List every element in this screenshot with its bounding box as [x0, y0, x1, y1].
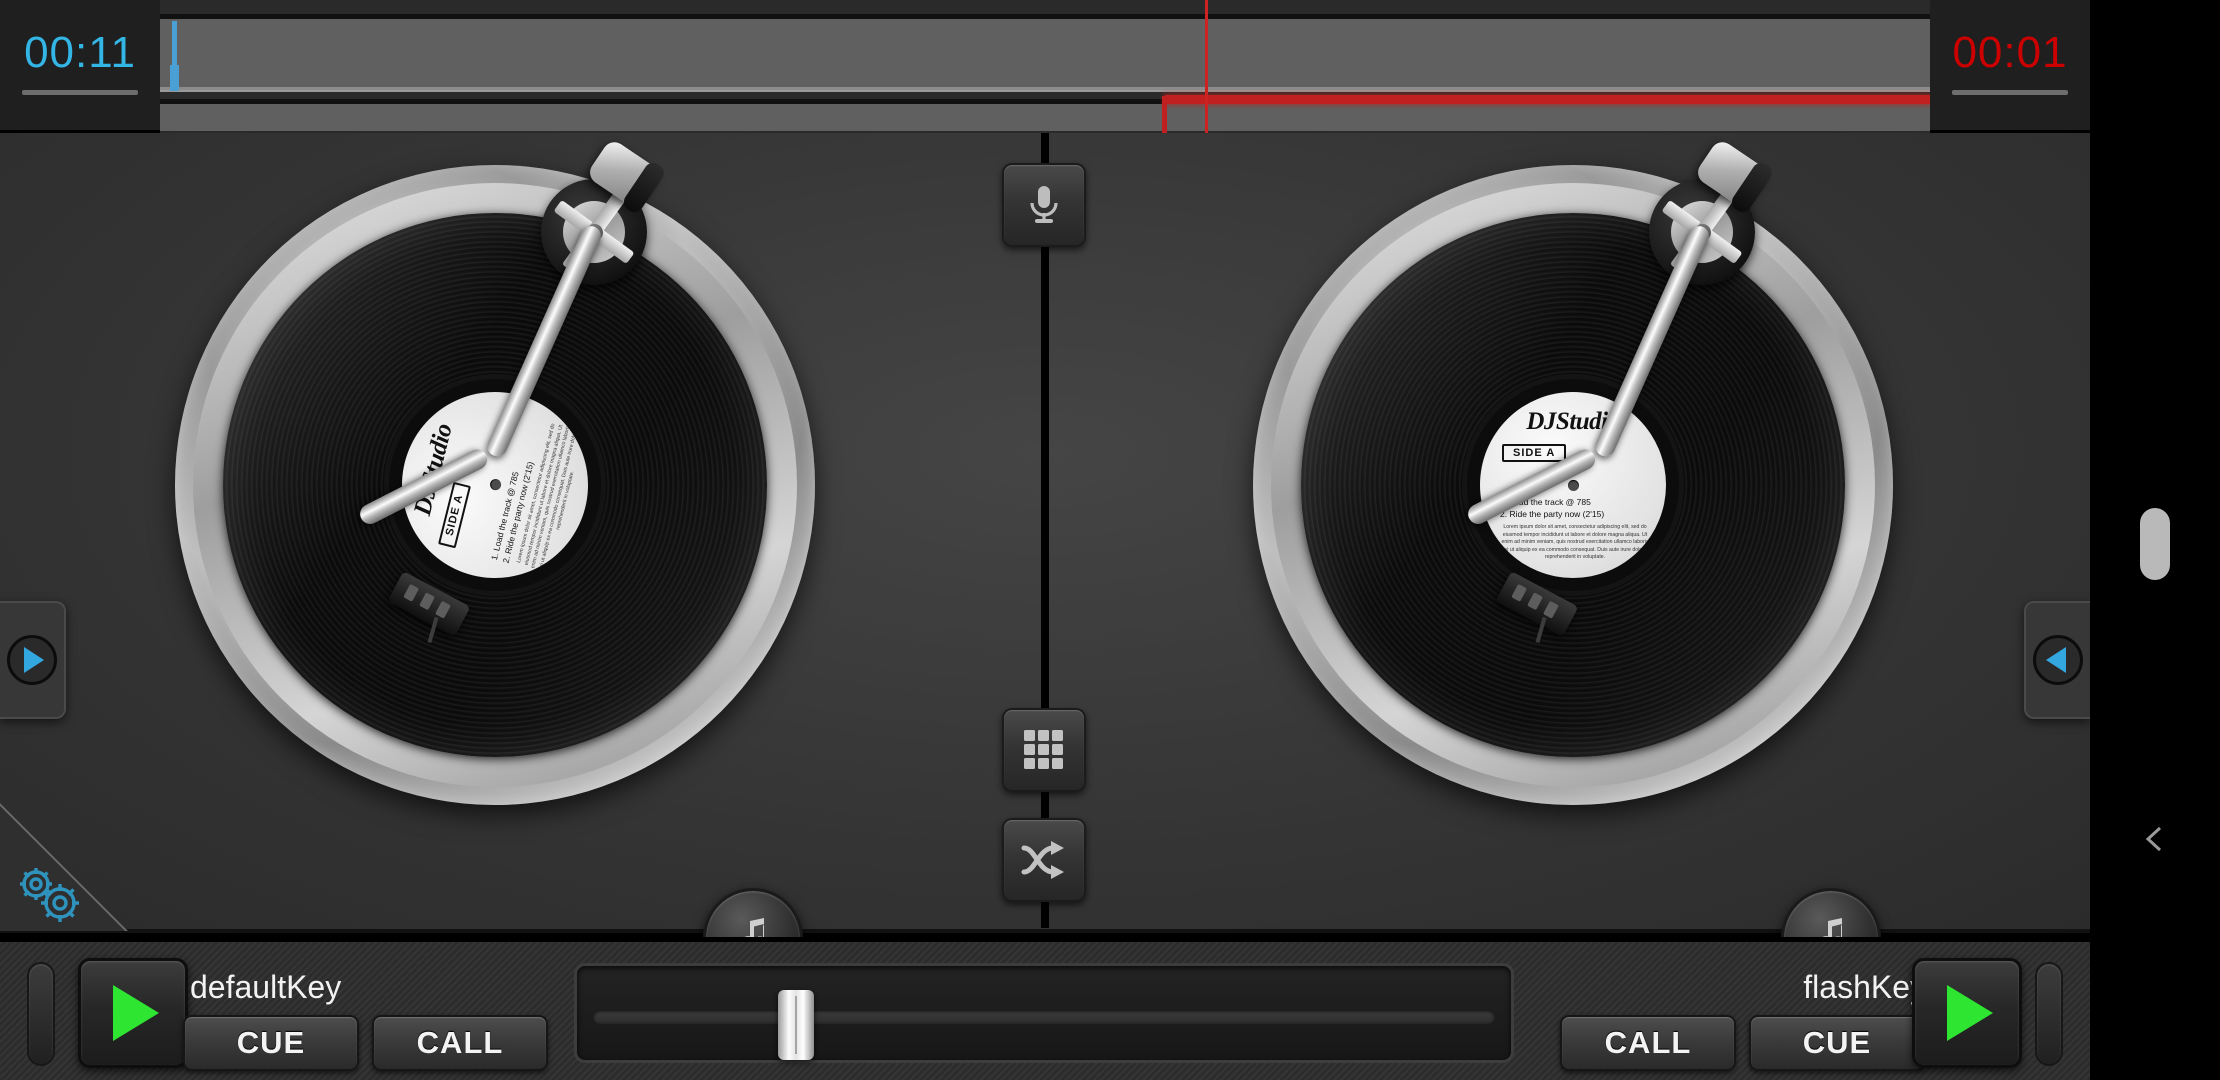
- deck-a-key-label: defaultKey: [190, 969, 342, 1005]
- microphone-icon: [1030, 186, 1058, 223]
- drawer-handle-circle: [7, 635, 57, 685]
- drawer-handle-circle: [2033, 635, 2083, 685]
- deck-b-spindle: [1568, 480, 1579, 491]
- deck-a-waveform-lane[interactable]: [160, 14, 1930, 92]
- headshell-slot: [1511, 583, 1528, 602]
- right-drawer-handle[interactable]: [2024, 601, 2090, 719]
- deck-b-vinyl[interactable]: DJStudio SIDE A 1. Load the track @ 785 …: [1301, 213, 1845, 757]
- deck-b-label-brand: DJStudio: [1526, 408, 1620, 435]
- waveform-area[interactable]: [160, 0, 1930, 138]
- deck-a-cue-button[interactable]: CUE: [183, 1015, 359, 1071]
- microphone-button[interactable]: [1002, 163, 1086, 247]
- shuffle-button[interactable]: [1002, 818, 1086, 902]
- deck-b-key-label: flashKey: [1803, 969, 1926, 1005]
- decks-area: DJStudio SIDE A 1. Load the track @ 785 …: [0, 133, 2090, 988]
- deck-divider: [1041, 133, 1049, 928]
- headshell-slot: [419, 592, 435, 611]
- grid-button[interactable]: [1002, 708, 1086, 792]
- deck-b-call-button[interactable]: CALL: [1560, 1015, 1736, 1071]
- transport-bar: defaultKey CUE CALL CALL CUE flashKey: [0, 937, 2090, 1080]
- crossfader-track: [593, 1010, 1495, 1024]
- deck-b-turntable[interactable]: DJStudio SIDE A 1. Load the track @ 785 …: [1253, 137, 1893, 805]
- headshell-slot: [1543, 600, 1559, 619]
- deck-b-label-side: SIDE A: [1502, 444, 1567, 462]
- lane-edge: [160, 87, 1930, 90]
- grid-3x3-icon: [1024, 730, 1063, 769]
- chevron-left-icon: [2145, 826, 2162, 852]
- deck-a-timer-underline: [22, 90, 138, 95]
- left-drawer-handle[interactable]: [0, 601, 66, 719]
- left-edge-handle[interactable]: [27, 962, 55, 1066]
- deck-a-call-button[interactable]: CALL: [372, 1015, 548, 1071]
- deck-a-vinyl[interactable]: DJStudio SIDE A 1. Load the track @ 785 …: [223, 213, 767, 757]
- right-edge-handle[interactable]: [2035, 962, 2063, 1066]
- crossfader-knob[interactable]: [778, 990, 815, 1060]
- deck-a-time-value: 00:11: [24, 28, 136, 77]
- deck-a: DJStudio SIDE A 1. Load the track @ 785 …: [0, 133, 1020, 988]
- deck-b-cue-marker[interactable]: [1162, 96, 1167, 138]
- deck-b-play-button[interactable]: [1912, 958, 2022, 1068]
- deck-a-spindle: [488, 477, 503, 492]
- deck-b-label-ring: DJStudio SIDE A 1. Load the track @ 785 …: [1467, 379, 1679, 591]
- scroll-handle[interactable]: [2140, 508, 2170, 580]
- system-strip: [2090, 0, 2220, 1080]
- deck-a-cue-marker[interactable]: [170, 21, 179, 91]
- deck-b-record-label: DJStudio SIDE A 1. Load the track @ 785 …: [1480, 392, 1666, 578]
- deck-b-cue-button[interactable]: CUE: [1749, 1015, 1925, 1071]
- shuffle-icon: [1021, 841, 1064, 879]
- headshell-slot: [403, 583, 420, 602]
- dj-studio-app: 00:11 00:01 SIDE A 1. Load the track @ 7…: [0, 0, 2220, 1080]
- back-button[interactable]: [2141, 825, 2169, 853]
- playhead-line[interactable]: [1205, 0, 1208, 133]
- triangle-left-icon: [2046, 647, 2066, 673]
- deck-a-label-side: SIDE A: [438, 481, 472, 549]
- deck-a-turntable[interactable]: DJStudio SIDE A 1. Load the track @ 785 …: [175, 137, 815, 805]
- headshell-slot: [1527, 592, 1543, 611]
- crossfader[interactable]: [574, 963, 1514, 1063]
- deck-b-waveform-data: [1165, 95, 1930, 104]
- deck-b-timer[interactable]: 00:01: [1930, 0, 2090, 130]
- timeline-bar: 00:11 00:01: [0, 0, 2090, 138]
- play-icon: [1947, 985, 1993, 1041]
- deck-a-timer[interactable]: 00:11: [0, 0, 160, 130]
- deck-a-play-button[interactable]: [78, 958, 188, 1068]
- deck-b-platter[interactable]: DJStudio SIDE A 1. Load the track @ 785 …: [1253, 165, 1893, 805]
- play-icon: [113, 985, 159, 1041]
- deck-b-track-2: 2. Ride the party now (2'15): [1500, 509, 1605, 520]
- deck-b-label-legal: Lorem ipsum dolor sit amet, consectetur …: [1500, 524, 1650, 561]
- deck-a-platter[interactable]: DJStudio SIDE A 1. Load the track @ 785 …: [175, 165, 815, 805]
- deck-b-time-value: 00:01: [1952, 28, 2068, 77]
- headshell-slot: [435, 600, 451, 619]
- triangle-right-icon: [24, 647, 44, 673]
- deck-b: DJStudio SIDE A 1. Load the track @ 785 …: [1048, 133, 2068, 988]
- deck-b-timer-underline: [1952, 90, 2068, 95]
